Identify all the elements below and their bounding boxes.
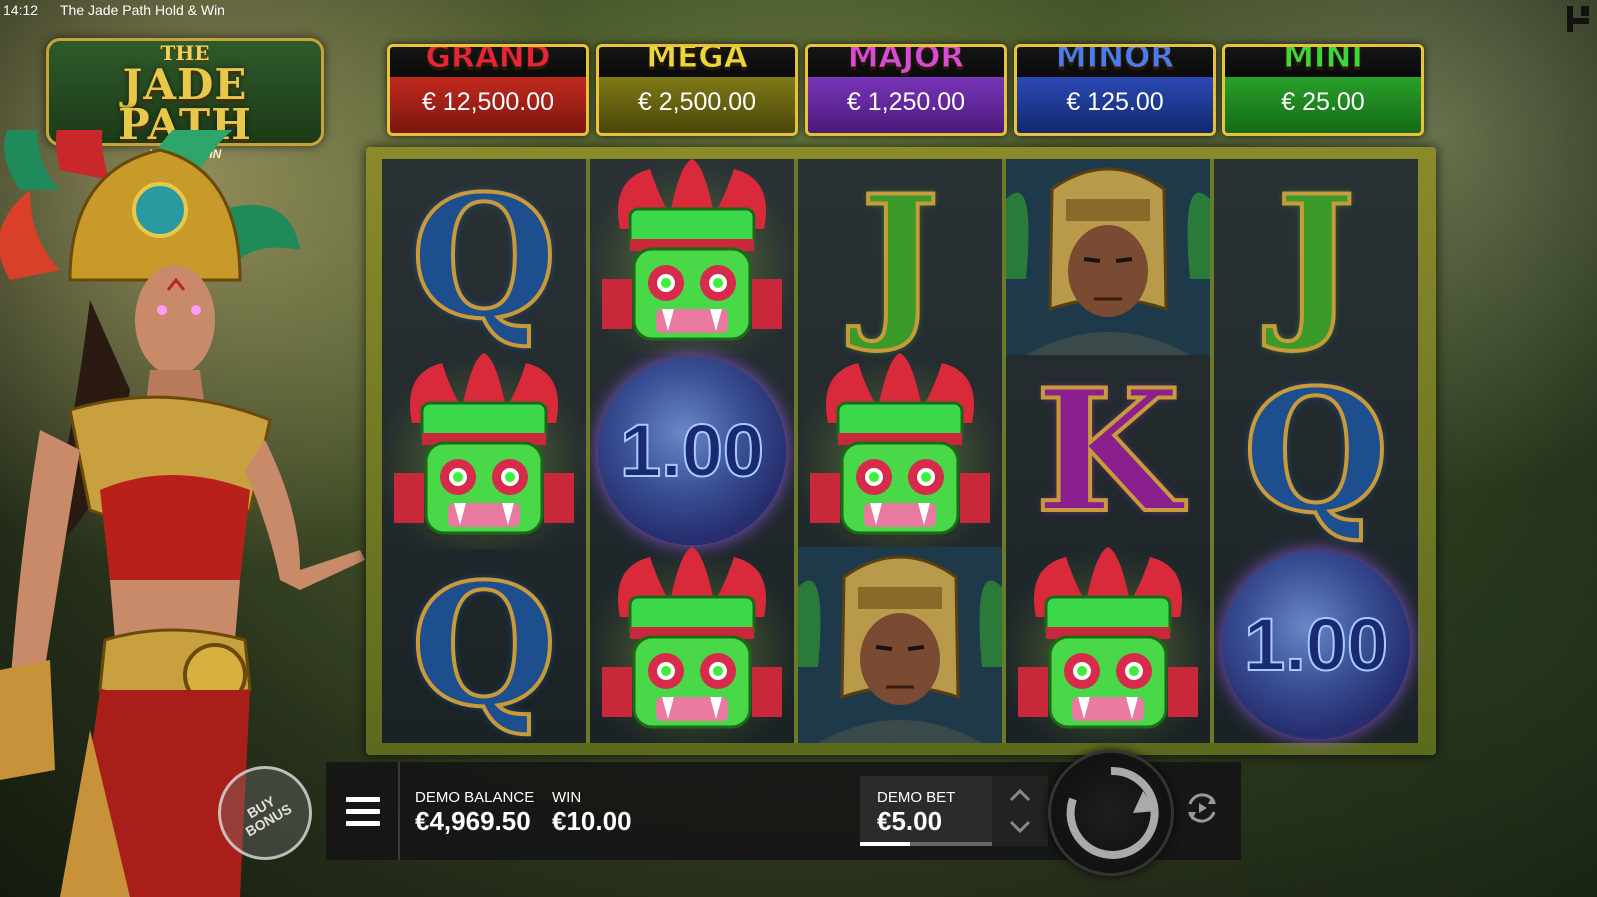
buy-bonus-button[interactable]: BUY BONUS	[218, 766, 312, 860]
symbol-cash-orb: 1.00	[590, 353, 794, 549]
win-value: €10.00	[552, 806, 632, 836]
bet-level-fill	[860, 842, 911, 846]
status-time: 14:12	[3, 2, 39, 18]
jackpot-minor-value: € 125.00	[1017, 77, 1213, 133]
priestess-character	[0, 130, 365, 897]
reel-divider	[1002, 159, 1006, 743]
reel-divider	[794, 159, 798, 743]
symbol-j: J	[1214, 157, 1418, 357]
jade-mask-icon	[590, 547, 794, 743]
symbol-q: Q	[382, 545, 586, 745]
balance-value: €4,969.50	[415, 806, 531, 836]
symbol-letter: Q	[409, 545, 559, 745]
reel-column-3: J	[798, 157, 1002, 743]
hamburger-menu-icon	[346, 797, 380, 827]
symbol-jaguar-warrior	[798, 547, 1002, 743]
symbol-j: J	[798, 157, 1002, 357]
chevron-down-icon[interactable]	[1008, 814, 1032, 838]
reel-column-4: K	[1006, 159, 1210, 743]
jade-mask-icon	[590, 159, 794, 355]
jackpot-mega-label: MEGA	[646, 44, 748, 76]
balance-label: DEMO BALANCE	[415, 789, 535, 806]
symbol-jade-mask	[590, 547, 794, 743]
symbol-jade-mask	[1006, 547, 1210, 743]
jackpot-minor: MINOR € 125.00	[1014, 44, 1216, 136]
symbol-letter: K	[1033, 351, 1183, 551]
reel-divider	[586, 159, 590, 743]
jackpot-major-label: MAJOR	[847, 44, 965, 76]
spin-icon	[1066, 766, 1159, 859]
symbol-jade-mask	[590, 159, 794, 355]
window-title: The Jade Path Hold & Win	[60, 2, 225, 18]
jade-mask-icon	[798, 353, 1002, 549]
bet-stepper	[992, 776, 1048, 846]
symbol-jade-mask	[382, 353, 586, 549]
cash-orb-value: 1.00	[1243, 602, 1389, 687]
symbol-letter: J	[858, 157, 942, 357]
symbol-q: Q	[1214, 351, 1418, 551]
provider-logo-icon	[1567, 6, 1589, 32]
jaguar-warrior-icon	[798, 547, 1002, 743]
jade-mask-icon	[382, 353, 586, 549]
spin-button[interactable]	[1048, 750, 1174, 876]
jackpot-mega-value: € 2,500.00	[599, 77, 795, 133]
menu-button[interactable]	[326, 762, 400, 860]
reel-column-1: Q Q	[382, 157, 586, 745]
bet-level-bar	[860, 842, 992, 846]
jaguar-warrior-icon	[1006, 159, 1210, 355]
jackpot-grand: GRAND € 12,500.00	[387, 44, 589, 136]
symbol-letter: Q	[1241, 351, 1391, 551]
symbol-jaguar-warrior	[1006, 159, 1210, 355]
symbol-jade-mask	[798, 353, 1002, 549]
jackpot-grand-value: € 12,500.00	[390, 77, 586, 133]
reel-column-5: J Q 1.00	[1214, 157, 1418, 743]
symbol-cash-orb: 1.00	[1214, 547, 1418, 743]
jackpot-mini-label: MINI	[1283, 44, 1364, 76]
jackpot-mega: MEGA € 2,500.00	[596, 44, 798, 136]
bet-label: DEMO BET	[877, 789, 956, 806]
jackpot-grand-label: GRAND	[425, 44, 551, 76]
bet-value: €5.00	[877, 806, 943, 836]
reel-divider	[1210, 159, 1214, 743]
symbol-letter: Q	[409, 157, 559, 357]
jackpot-major-value: € 1,250.00	[808, 77, 1004, 133]
bet-display[interactable]: DEMO BET €5.00	[860, 776, 992, 846]
jade-mask-icon	[1006, 547, 1210, 743]
reel-grid: Q Q 1.00 J K J Q 1.00	[382, 157, 1418, 745]
cash-orb-value: 1.00	[619, 408, 765, 493]
reel-frame: Q Q 1.00 J K J Q 1.00	[366, 147, 1436, 755]
win-label: WIN	[552, 789, 582, 806]
autoplay-icon[interactable]	[1176, 782, 1228, 834]
jackpot-mini: MINI € 25.00	[1222, 44, 1424, 136]
jackpot-mini-value: € 25.00	[1225, 77, 1421, 133]
jackpot-major: MAJOR € 1,250.00	[805, 44, 1007, 136]
reel-column-2: 1.00	[590, 159, 794, 743]
jackpot-minor-label: MINOR	[1055, 44, 1175, 76]
symbol-q: Q	[382, 157, 586, 357]
symbol-k: K	[1006, 351, 1210, 551]
symbol-letter: J	[1274, 157, 1358, 357]
chevron-up-icon[interactable]	[1008, 784, 1032, 808]
